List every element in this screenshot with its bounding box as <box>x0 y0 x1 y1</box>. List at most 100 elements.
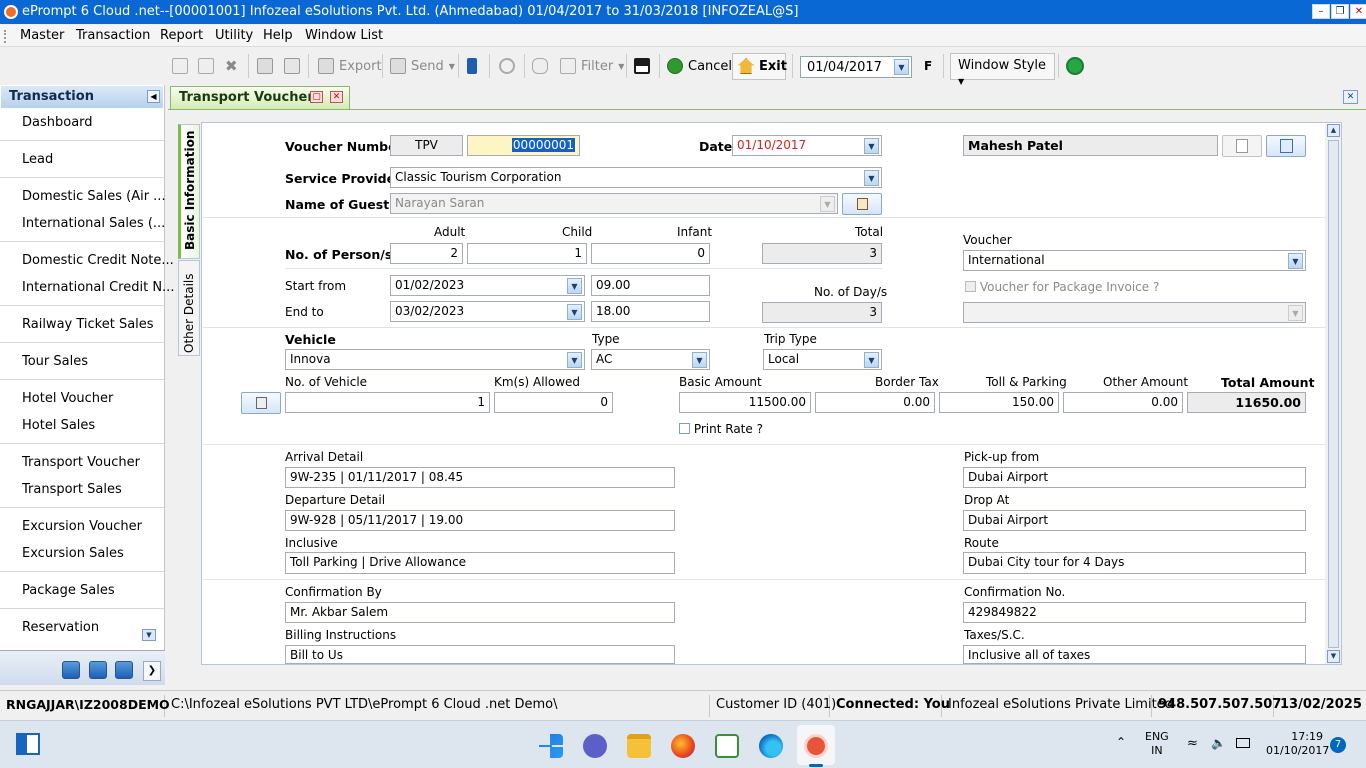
end-date-field[interactable]: 03/02/2023 ▼ <box>390 301 585 322</box>
print-rate-checkbox[interactable]: Print Rate ? <box>679 422 763 436</box>
sidebar-item-domestic-sales[interactable]: Domestic Sales (Air ... <box>22 189 166 204</box>
vertical-scrollbar[interactable]: ▲ ▼ <box>1325 124 1341 664</box>
basic-amount-field[interactable]: 11500.00 <box>679 392 811 413</box>
find-button[interactable] <box>532 54 548 78</box>
expand-icon[interactable]: ▼ <box>142 629 156 641</box>
start-time-field[interactable]: 09.00 <box>591 275 710 296</box>
notepad-icon[interactable] <box>715 734 739 758</box>
chevron-down-icon[interactable]: ▼ <box>820 196 835 212</box>
close-tab-icon[interactable]: ✕ <box>330 91 343 103</box>
confirmation-by-field[interactable]: Mr. Akbar Salem <box>285 602 675 623</box>
sidebar-item-hotel-voucher[interactable]: Hotel Voucher <box>22 391 113 406</box>
date-field[interactable]: 01/10/2017 ▼ <box>732 135 882 156</box>
route-field[interactable]: Dubai City tour for 4 Days <box>963 552 1306 574</box>
tab-transport-voucher[interactable]: Transport Voucher <box>170 86 350 109</box>
package-invoice-checkbox[interactable]: Voucher for Package Invoice ? <box>965 280 1159 294</box>
menu-utility[interactable]: Utility <box>215 28 253 43</box>
close-button[interactable]: ✕ <box>1350 4 1366 19</box>
sidebar-item-hotel-sales[interactable]: Hotel Sales <box>22 418 95 433</box>
chevron-down-icon[interactable]: ▼ <box>894 59 909 75</box>
sidebar-item-package-sales[interactable]: Package Sales <box>22 583 115 598</box>
scroll-down-icon[interactable]: ▼ <box>1327 650 1340 663</box>
infant-field[interactable]: 0 <box>591 243 710 264</box>
other-amount-field[interactable]: 0.00 <box>1063 392 1183 413</box>
vtab-basic-information[interactable]: Basic Information <box>178 124 200 259</box>
eprompt-app-icon[interactable] <box>804 734 828 758</box>
edit-button[interactable] <box>198 54 214 78</box>
close-window-icon[interactable]: ✕ <box>1343 90 1358 104</box>
sidebar-item-transport-voucher[interactable]: Transport Voucher <box>22 455 140 470</box>
package-select[interactable]: ▼ <box>963 302 1306 323</box>
chevron-right-icon[interactable]: ❯ <box>143 661 161 681</box>
vtab-other-details[interactable]: Other Details <box>178 260 200 356</box>
sidebar-item-lead[interactable]: Lead <box>22 152 53 167</box>
guest-lookup-button[interactable] <box>842 193 882 215</box>
delete-button[interactable]: ✖ <box>225 54 238 78</box>
export-button[interactable]: Export <box>318 54 382 78</box>
edge-icon[interactable] <box>759 734 783 758</box>
menu-window-list[interactable]: Window List <box>305 28 383 43</box>
vehicle-detail-button[interactable] <box>241 392 281 414</box>
copy-button[interactable] <box>1222 135 1262 157</box>
chevron-down-icon[interactable]: ▼ <box>864 138 879 154</box>
km-field[interactable]: 0 <box>494 392 613 413</box>
calculator-button[interactable] <box>467 54 477 78</box>
maximize-button[interactable]: ❐ <box>1331 4 1349 19</box>
billing-field[interactable]: Bill to Us <box>285 645 675 664</box>
sidebar-item-railway-ticket-sales[interactable]: Railway Ticket Sales <box>22 317 154 332</box>
end-time-field[interactable]: 18.00 <box>591 301 710 322</box>
file-explorer-icon[interactable] <box>627 734 651 758</box>
sidebar-item-excursion-sales[interactable]: Excursion Sales <box>22 546 124 561</box>
voucher-type-select[interactable]: International ▼ <box>963 250 1306 271</box>
clock[interactable]: 17:19 01/10/2017 <box>1266 730 1329 758</box>
voucher-number-field[interactable]: 00000001 <box>467 135 580 156</box>
volume-icon[interactable]: 🔈 <box>1211 736 1226 750</box>
sidebar-item-dashboard[interactable]: Dashboard <box>22 115 93 130</box>
sidebar-item-international-credit-note[interactable]: International Credit N... <box>22 280 174 295</box>
sidebar-item-tour-sales[interactable]: Tour Sales <box>22 354 88 369</box>
group-icon[interactable] <box>89 661 107 679</box>
chevron-down-icon[interactable]: ▼ <box>567 278 582 294</box>
whatsapp-button[interactable] <box>1066 54 1084 78</box>
menu-master[interactable]: Master <box>20 28 64 43</box>
chevron-down-icon[interactable]: ▼ <box>692 352 707 368</box>
group-icon[interactable] <box>115 661 133 679</box>
sidebar-item-transport-sales[interactable]: Transport Sales <box>22 482 122 497</box>
restore-tab-icon[interactable]: ▢ <box>310 91 323 103</box>
send-button[interactable]: Send ▼ <box>390 54 455 78</box>
notification-badge[interactable]: 7 <box>1330 737 1346 753</box>
sidebar-item-domestic-credit-note[interactable]: Domestic Credit Note... <box>22 253 174 268</box>
child-field[interactable]: 1 <box>467 243 587 264</box>
sidebar-item-international-sales[interactable]: International Sales (... <box>22 216 165 231</box>
chevron-down-icon[interactable]: ▼ <box>1288 305 1303 321</box>
menu-help[interactable]: Help <box>263 28 293 43</box>
vehicle-select[interactable]: Innova ▼ <box>285 349 585 370</box>
download-button[interactable] <box>1266 135 1306 157</box>
type-select[interactable]: AC ▼ <box>591 349 710 370</box>
language-indicator[interactable]: ENG IN <box>1145 730 1169 758</box>
service-provider-select[interactable]: Classic Tourism Corporation ▼ <box>390 167 882 188</box>
guest-select[interactable]: Narayan Saran ▼ <box>390 193 838 214</box>
save-button[interactable] <box>634 54 650 78</box>
confirmation-no-field[interactable]: 429849822 <box>963 602 1306 623</box>
battery-icon[interactable] <box>1236 738 1250 748</box>
print-button[interactable] <box>257 54 273 78</box>
group-icon[interactable] <box>62 661 80 679</box>
scroll-up-icon[interactable]: ▲ <box>1327 124 1340 137</box>
drop-field[interactable]: Dubai Airport <box>963 510 1306 531</box>
arrival-field[interactable]: 9W-235 | 01/11/2017 | 08.45 <box>285 467 675 488</box>
wifi-icon[interactable]: ≈ <box>1187 736 1198 751</box>
teams-icon[interactable] <box>583 734 607 758</box>
chevron-down-icon[interactable]: ▼ <box>567 304 582 320</box>
scroll-thumb[interactable] <box>1328 140 1339 648</box>
chevron-down-icon[interactable]: ▼ <box>864 352 879 368</box>
new-button[interactable] <box>172 54 188 78</box>
menu-transaction[interactable]: Transaction <box>76 28 150 43</box>
sidebar-item-excursion-voucher[interactable]: Excursion Voucher <box>22 519 142 534</box>
taxes-field[interactable]: Inclusive all of taxes <box>963 645 1306 664</box>
collapse-icon[interactable]: ◀ <box>147 90 160 103</box>
chevron-down-icon[interactable]: ▼ <box>567 352 582 368</box>
refresh-button[interactable] <box>499 54 515 78</box>
toll-field[interactable]: 150.00 <box>939 392 1059 413</box>
sidebar-item-reservation[interactable]: Reservation <box>22 620 99 635</box>
